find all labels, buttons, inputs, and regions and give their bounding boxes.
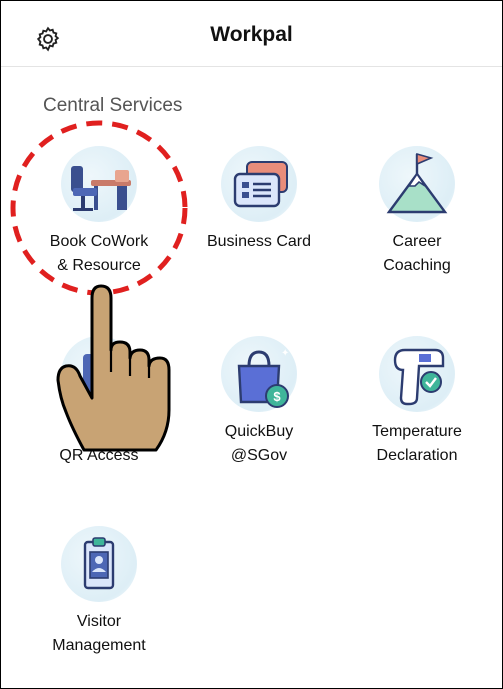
svg-text:$: $ xyxy=(273,389,281,404)
thermometer-gun-icon xyxy=(379,336,455,412)
service-label: QR Access xyxy=(59,447,139,464)
service-cowork-qr-access[interactable]: CoWor QR Access xyxy=(14,336,184,468)
page-title: Workpal xyxy=(210,23,293,46)
service-label: & Resource xyxy=(57,257,141,274)
service-business-card[interactable]: Business Card xyxy=(174,146,344,254)
service-label: CoWor xyxy=(74,423,124,440)
service-label: Career xyxy=(392,233,442,250)
service-label: Temperature xyxy=(372,423,462,440)
service-label: Book CoWork xyxy=(49,233,149,250)
business-card-icon xyxy=(221,146,297,222)
visitor-badge-icon xyxy=(61,526,137,602)
service-quickbuy[interactable]: $ ✦ QuickBuy @SGov xyxy=(174,336,344,468)
service-label: @SGov xyxy=(230,447,288,464)
shopping-bag-icon: $ ✦ xyxy=(221,336,297,412)
desk-chair-icon xyxy=(61,146,137,222)
section-title: Central Services xyxy=(43,95,183,116)
qr-access-icon xyxy=(61,336,137,412)
service-label: Business Card xyxy=(206,233,312,250)
service-visitor-management[interactable]: Visitor Management xyxy=(14,526,184,658)
mountain-flag-icon xyxy=(379,146,455,222)
service-temperature-declaration[interactable]: Temperature Declaration xyxy=(332,336,502,468)
service-label: Coaching xyxy=(383,257,451,274)
service-label: Declaration xyxy=(376,447,458,464)
service-label: Management xyxy=(52,637,146,654)
service-label: Visitor xyxy=(76,613,122,630)
svg-text:✦: ✦ xyxy=(281,348,289,359)
app-header: Workpal xyxy=(1,0,502,67)
service-book-cowork[interactable]: Book CoWork & Resource xyxy=(14,146,184,278)
service-career-coaching[interactable]: Career Coaching xyxy=(332,146,502,278)
service-label: QuickBuy xyxy=(224,423,294,440)
